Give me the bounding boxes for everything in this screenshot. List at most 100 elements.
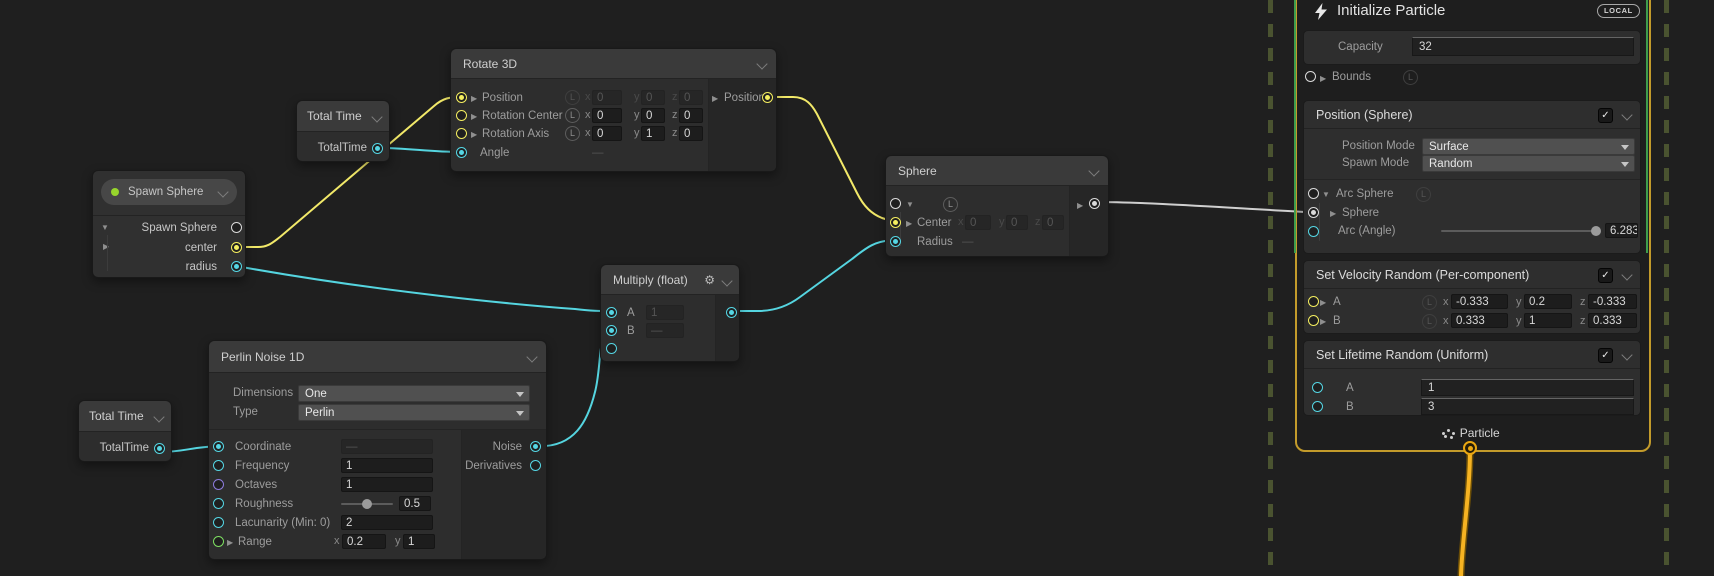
multiply-output-port[interactable] [726,307,737,318]
rotation-axis-z-field[interactable]: 0 [679,126,703,141]
multiply-b-field[interactable]: — [646,323,684,338]
noise-output-port[interactable] [530,441,541,452]
block-set-lifetime-random[interactable]: Set Lifetime Random (Uniform) ✓ A 1 B 3 [1303,340,1641,416]
velocity-b-y-field[interactable]: 1 [1524,313,1572,328]
sphere-center-x-field[interactable]: 0 [965,215,991,230]
collapse-expander-icon[interactable]: ▼ [1322,189,1330,201]
expander-icon[interactable]: ▶ [227,537,233,549]
chevron-down-icon[interactable] [217,186,228,197]
collapse-expander-icon[interactable]: ▼ [906,199,914,211]
expander-icon[interactable]: ▶ [1320,316,1326,328]
position-block-header[interactable]: Position (Sphere) ✓ [1304,101,1640,129]
node-sphere[interactable]: Sphere ▼ L ▶ Center x 0 y 0 z 0 Radius —… [885,155,1109,257]
frequency-field[interactable]: 1 [341,458,433,473]
space-local-badge[interactable]: L [943,197,958,212]
arc-sphere-port[interactable] [1308,188,1319,199]
octaves-input-port[interactable] [213,479,224,490]
chevron-down-icon[interactable] [371,111,382,122]
chevron-down-icon[interactable] [1621,109,1632,120]
rotate3d-header[interactable]: Rotate 3D [451,49,776,79]
multiply-add-operand-port[interactable] [606,343,617,354]
edge-multiply-to-radius[interactable] [731,240,894,311]
lifetime-a-field[interactable]: 1 [1421,379,1634,396]
space-local-badge[interactable]: L [1422,295,1437,310]
lacunarity-field[interactable]: 2 [341,515,433,530]
velocity-a-y-field[interactable]: 0.2 [1524,294,1572,309]
velocity-a-input-port[interactable] [1308,296,1319,307]
velocity-a-z-field[interactable]: -0.333 [1588,294,1637,309]
expander-icon[interactable]: ▶ [1320,297,1326,309]
angle-input-port[interactable] [456,147,467,158]
sphere-block-input-port[interactable] [1308,207,1319,218]
chevron-down-icon[interactable] [756,58,767,69]
sphere-center-z-field[interactable]: 0 [1042,215,1064,230]
rotation-center-input-port[interactable] [456,110,467,121]
space-local-badge[interactable]: L [1422,314,1437,329]
roughness-input-port[interactable] [213,498,224,509]
enabled-checkbox[interactable]: ✓ [1598,108,1613,123]
chevron-down-icon[interactable] [1088,165,1099,176]
octaves-field[interactable]: 1 [341,477,433,492]
space-local-badge[interactable]: L [565,108,580,123]
spawn-sphere-pill[interactable]: Spawn Sphere [101,179,237,205]
node-total-time-bottom[interactable]: Total Time TotalTime [78,400,172,462]
expander-icon[interactable]: ▶ [1320,73,1326,85]
rotation-axis-x-field[interactable]: 0 [592,126,622,141]
sphere-radius-input-port[interactable] [890,236,901,247]
roughness-field[interactable]: 0.5 [399,496,431,511]
space-local-badge[interactable]: L [1403,70,1418,85]
node-rotate-3d[interactable]: Rotate 3D ▶ Position L x 0 y 0 z 0 ▶ Rot… [450,48,777,172]
enabled-checkbox[interactable]: ✓ [1598,268,1613,283]
rotate3d-position-output-port[interactable] [762,92,773,103]
particle-flow-output-port[interactable] [1463,441,1477,455]
type-dropdown[interactable]: Perlin [298,404,530,421]
block-set-velocity-random[interactable]: Set Velocity Random (Per-component) ✓ ▶ … [1303,260,1641,334]
sphere-struct-port[interactable] [890,198,901,209]
rotation-center-z-field[interactable]: 0 [679,108,703,123]
edge-rotate3d-to-sphere-center[interactable] [766,97,894,221]
multiply-b-input-port[interactable] [606,325,617,336]
space-local-badge[interactable]: L [565,90,580,105]
range-y-field[interactable]: 1 [403,534,435,549]
expander-icon[interactable]: ▶ [471,111,477,123]
expander-icon[interactable]: ▶ [471,129,477,141]
dimensions-dropdown[interactable]: One [298,385,530,402]
edge-totaltime-to-angle[interactable] [381,148,461,152]
expander-icon[interactable]: ▶ [712,93,718,105]
rotation-center-y-field[interactable]: 0 [641,108,665,123]
sphere-output-port[interactable] [1089,198,1100,209]
position-y-field[interactable]: 0 [641,90,665,105]
bounds-input-port[interactable] [1305,71,1316,82]
velocity-b-input-port[interactable] [1308,315,1319,326]
chevron-down-icon[interactable] [721,275,732,286]
lifetime-block-header[interactable]: Set Lifetime Random (Uniform) ✓ [1304,341,1640,369]
position-x-field[interactable]: 0 [592,90,622,105]
local-space-badge[interactable]: LOCAL [1597,4,1640,18]
coordinate-field[interactable]: — [341,439,433,454]
perlin-header[interactable]: Perlin Noise 1D [209,341,546,373]
lifetime-b-input-port[interactable] [1312,401,1323,412]
multiply-a-field[interactable]: 1 [646,305,684,320]
expander-icon[interactable]: ▶ [1330,208,1336,220]
node-perlin-noise-1d[interactable]: Perlin Noise 1D Dimensions One Type Perl… [208,340,547,560]
frequency-input-port[interactable] [213,460,224,471]
chevron-down-icon[interactable] [526,351,537,362]
range-input-port[interactable] [213,536,224,547]
edge-radius-to-multiply-a[interactable] [236,266,611,311]
arc-angle-field[interactable]: 6.283 [1605,223,1638,238]
space-local-badge[interactable]: L [565,126,580,141]
velocity-block-header[interactable]: Set Velocity Random (Per-component) ✓ [1304,261,1640,289]
vfx-graph-canvas[interactable]: Spawn Sphere ▼ ▶ Spawn Sphere center rad… [0,0,1714,576]
velocity-b-x-field[interactable]: 0.333 [1451,313,1508,328]
roughness-slider-handle[interactable] [362,499,372,509]
space-local-badge[interactable]: L [1416,187,1431,202]
total-time-header[interactable]: Total Time [297,101,389,132]
node-multiply-float[interactable]: Multiply (float) ⚙ A 1 B — [600,264,740,362]
chevron-down-icon[interactable] [1621,349,1632,360]
node-total-time-top[interactable]: Total Time TotalTime [296,100,390,162]
velocity-b-z-field[interactable]: 0.333 [1588,313,1637,328]
sphere-center-input-port[interactable] [890,217,901,228]
chevron-down-icon[interactable] [1621,269,1632,280]
coordinate-input-port[interactable] [213,441,224,452]
multiply-header[interactable]: Multiply (float) ⚙ [601,265,739,295]
